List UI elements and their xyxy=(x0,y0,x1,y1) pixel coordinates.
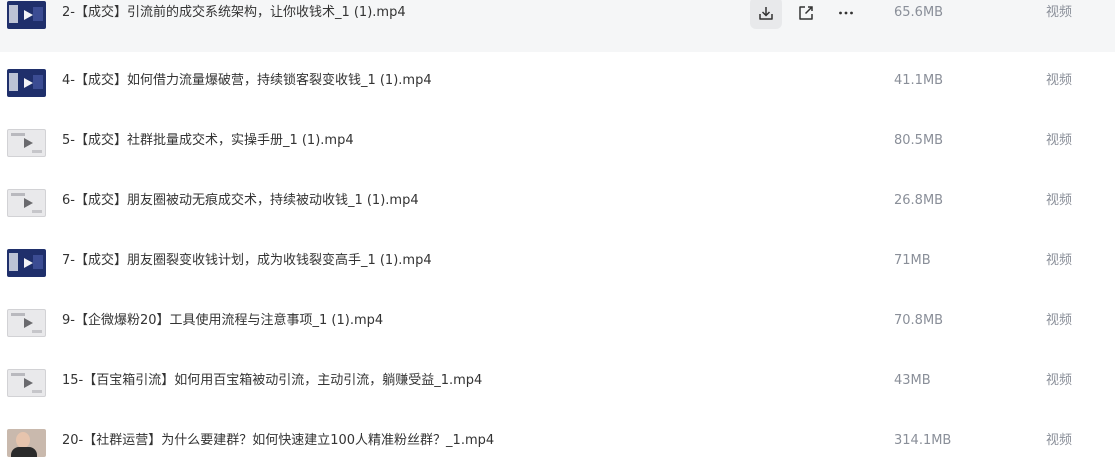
share-icon xyxy=(799,6,813,20)
file-type: 视频 xyxy=(1046,253,1073,268)
file-name[interactable]: 2-【成交】引流前的成交系统架构，让你收钱术_1 (1).mp4 xyxy=(62,3,406,23)
video-thumbnail[interactable] xyxy=(7,429,46,457)
file-size: 314.1MB xyxy=(894,433,952,448)
file-type: 视频 xyxy=(1046,73,1073,88)
file-name[interactable]: 20-【社群运营】为什么要建群？如何快速建立100人精准粉丝群？_1.mp4 xyxy=(62,431,494,451)
file-name[interactable]: 15-【百宝箱引流】如何用百宝箱被动引流，主动引流，躺赚受益_1.mp4 xyxy=(62,371,482,391)
share-button[interactable] xyxy=(790,0,822,29)
video-thumbnail[interactable] xyxy=(7,129,46,157)
download-icon xyxy=(759,7,773,20)
play-icon xyxy=(23,318,33,328)
file-name[interactable]: 7-【成交】朋友圈裂变收钱计划，成为收钱裂变高手_1 (1).mp4 xyxy=(62,251,432,271)
file-row[interactable]: 9-【企微爆粉20】工具使用流程与注意事项_1 (1).mp4 70.8MB 视… xyxy=(0,300,1115,360)
file-name[interactable]: 4-【成交】如何借力流量爆破营，持续锁客裂变收钱_1 (1).mp4 xyxy=(62,71,432,91)
video-thumbnail[interactable] xyxy=(7,69,46,97)
play-icon xyxy=(23,138,33,148)
video-thumbnail[interactable] xyxy=(7,369,46,397)
more-icon xyxy=(839,11,853,15)
file-size: 65.6MB xyxy=(894,5,944,20)
more-button[interactable] xyxy=(830,0,862,29)
play-icon xyxy=(23,198,33,208)
file-type: 视频 xyxy=(1046,373,1073,388)
file-name[interactable]: 5-【成交】社群批量成交术，实操手册_1 (1).mp4 xyxy=(62,131,354,151)
play-icon xyxy=(23,78,33,88)
file-name[interactable]: 6-【成交】朋友圈被动无痕成交术，持续被动收钱_1 (1).mp4 xyxy=(62,191,419,211)
file-name[interactable]: 9-【企微爆粉20】工具使用流程与注意事项_1 (1).mp4 xyxy=(62,311,383,331)
file-row[interactable]: 6-【成交】朋友圈被动无痕成交术，持续被动收钱_1 (1).mp4 26.8MB… xyxy=(0,180,1115,240)
file-row[interactable]: 5-【成交】社群批量成交术，实操手册_1 (1).mp4 80.5MB 视频 xyxy=(0,120,1115,180)
file-row[interactable]: 7-【成交】朋友圈裂变收钱计划，成为收钱裂变高手_1 (1).mp4 71MB … xyxy=(0,240,1115,300)
download-button[interactable] xyxy=(750,0,782,29)
file-row[interactable]: 20-【社群运营】为什么要建群？如何快速建立100人精准粉丝群？_1.mp4 3… xyxy=(0,420,1115,471)
file-size: 41.1MB xyxy=(894,73,944,88)
file-type: 视频 xyxy=(1046,193,1073,208)
file-size: 70.8MB xyxy=(894,313,944,328)
file-row[interactable]: 2-【成交】引流前的成交系统架构，让你收钱术_1 (1).mp4 65.6MB … xyxy=(0,0,1115,52)
file-row[interactable]: 15-【百宝箱引流】如何用百宝箱被动引流，主动引流，躺赚受益_1.mp4 43M… xyxy=(0,360,1115,420)
file-type: 视频 xyxy=(1046,133,1073,148)
play-icon xyxy=(23,378,33,388)
play-icon xyxy=(23,10,33,20)
video-thumbnail[interactable] xyxy=(7,249,46,277)
play-icon xyxy=(23,258,33,268)
video-thumbnail[interactable] xyxy=(7,1,46,29)
file-type: 视频 xyxy=(1046,5,1073,20)
video-thumbnail[interactable] xyxy=(7,189,46,217)
file-size: 43MB xyxy=(894,373,931,388)
file-type: 视频 xyxy=(1046,313,1073,328)
video-thumbnail[interactable] xyxy=(7,309,46,337)
file-list: 2-【成交】引流前的成交系统架构，让你收钱术_1 (1).mp4 65.6MB … xyxy=(0,0,1115,471)
file-size: 80.5MB xyxy=(894,133,944,148)
file-size: 26.8MB xyxy=(894,193,944,208)
file-row[interactable]: 4-【成交】如何借力流量爆破营，持续锁客裂变收钱_1 (1).mp4 41.1M… xyxy=(0,60,1115,120)
file-size: 71MB xyxy=(894,253,931,268)
file-type: 视频 xyxy=(1046,433,1073,448)
